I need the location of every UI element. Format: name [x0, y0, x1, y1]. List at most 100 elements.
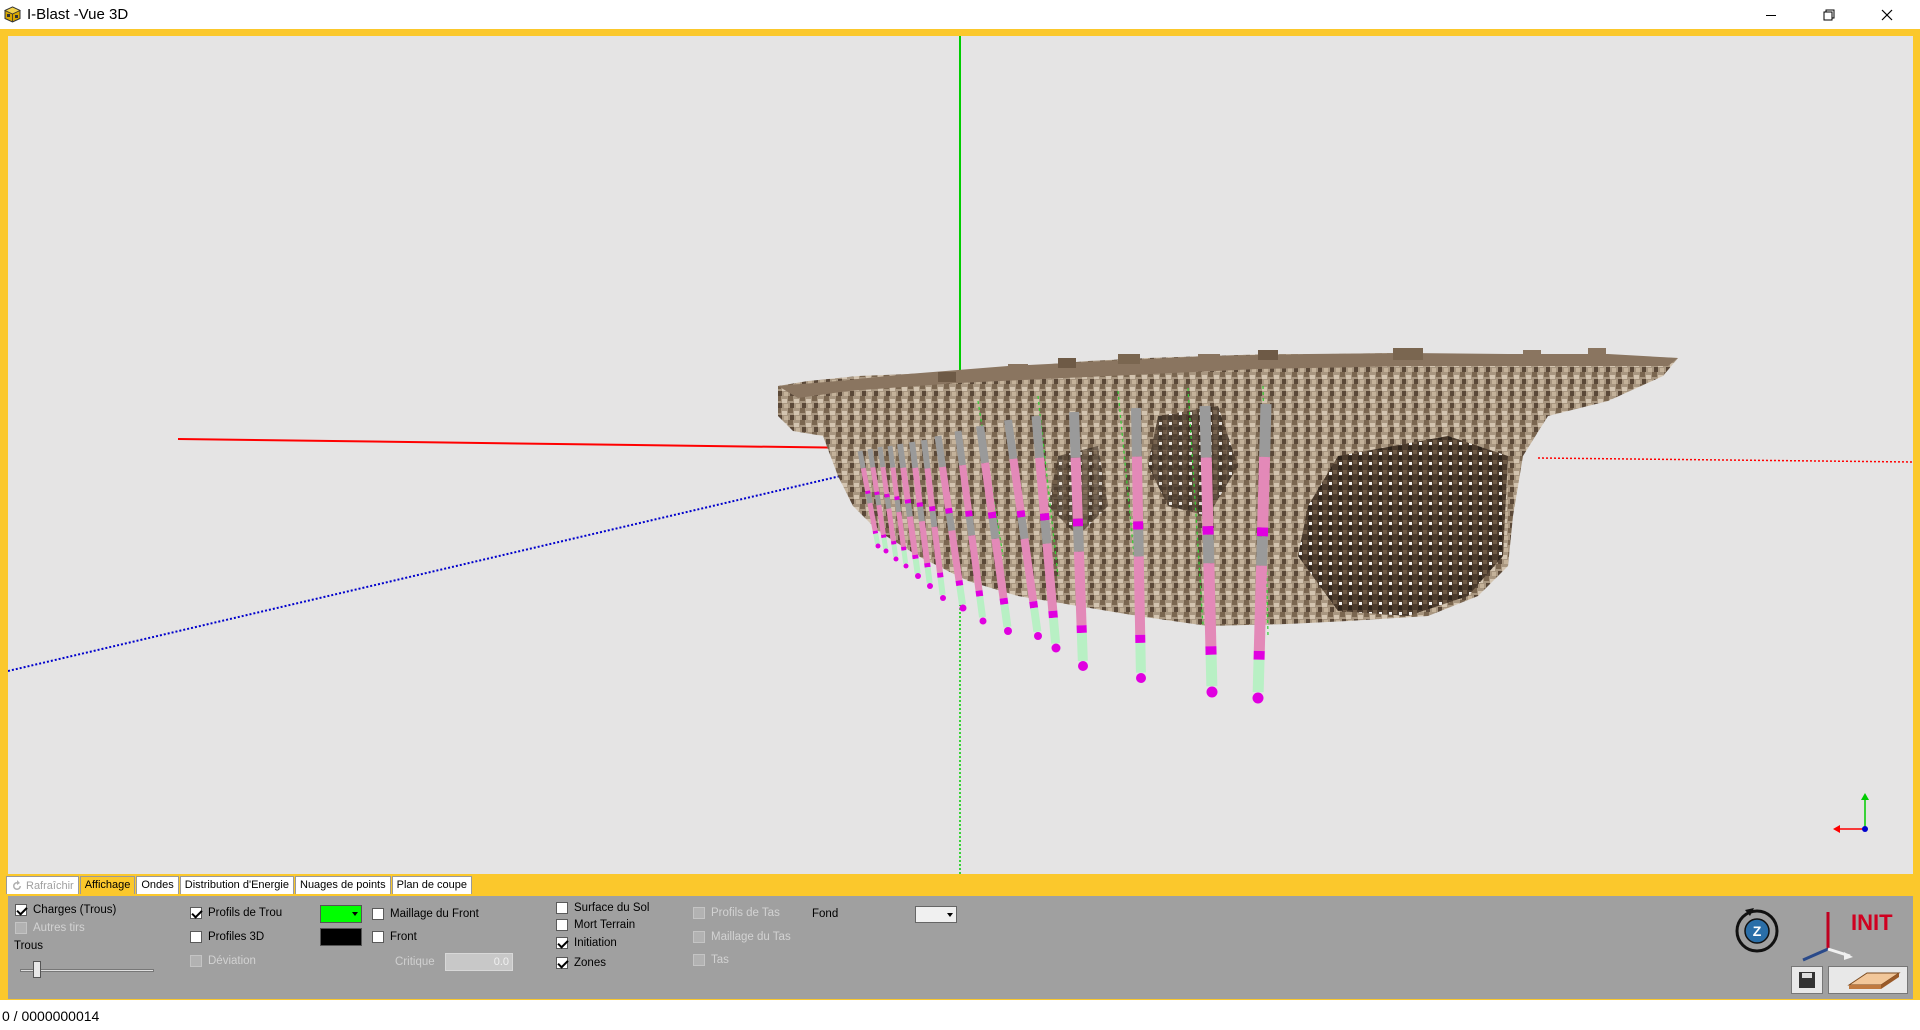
svg-text:Z: Z	[1753, 923, 1762, 939]
hole-charge	[1070, 457, 1083, 519]
surface-sol-label: Surface du Sol	[574, 902, 650, 914]
hole-primer	[1048, 610, 1058, 619]
refresh-button[interactable]: Rafraîchir	[6, 876, 79, 894]
profils-tas-checkbox[interactable]: Profils de Tas	[693, 907, 780, 919]
hole-subdrill	[1205, 654, 1218, 687]
init-view-button[interactable]: INIT	[1798, 904, 1908, 962]
profils-trou-checkbox[interactable]: Profils de Trou	[190, 907, 282, 919]
hole-primer	[945, 507, 953, 514]
tab-affichage[interactable]: Affichage	[79, 876, 136, 894]
hole-stemming	[921, 439, 931, 469]
hole-toe	[1136, 673, 1146, 683]
fond-color-select[interactable]	[915, 906, 957, 923]
maillage-tas-checkbox[interactable]: Maillage du Tas	[693, 931, 791, 943]
front-checkbox[interactable]: Front	[372, 931, 417, 943]
maillage-front-checkbox[interactable]: Maillage du Front	[372, 908, 479, 920]
hole-primer	[987, 511, 997, 519]
hole-toe	[1206, 686, 1218, 698]
surface-sol-checkbox[interactable]: Surface du Sol	[556, 902, 649, 914]
save-view-button[interactable]	[1791, 966, 1823, 994]
maillage-front-label: Maillage du Front	[390, 908, 479, 920]
hole-subdrill	[891, 544, 899, 558]
plane-icon	[1847, 972, 1901, 989]
app-icon	[4, 6, 21, 23]
orientation-gizmo	[1833, 793, 1869, 833]
mort-terrain-checkbox[interactable]: Mort Terrain	[556, 919, 635, 931]
hole-deck	[874, 494, 882, 506]
display-options-panel: Charges (Trous) Autres tirs Trous Profil…	[8, 896, 1913, 999]
hole-stemming	[954, 430, 966, 466]
initiation-label: Initiation	[574, 937, 617, 949]
hole-stemming	[897, 443, 907, 469]
hole-toe	[1051, 643, 1061, 653]
checkbox-box	[190, 955, 202, 967]
tab-nuages-de-points[interactable]: Nuages de points	[295, 876, 391, 894]
checkbox-box	[556, 919, 568, 931]
restore-button[interactable]	[1800, 0, 1858, 29]
hole-deck	[1202, 534, 1215, 564]
initiation-checkbox[interactable]: Initiation	[556, 937, 617, 949]
autres-tirs-checkbox[interactable]: Autres tirs	[15, 922, 85, 934]
tab-distribution-energie[interactable]: Distribution d'Energie	[179, 876, 294, 894]
hole-stemming	[1199, 405, 1212, 458]
hole-charge	[1035, 457, 1049, 514]
hole-deck	[965, 516, 976, 536]
tas-checkbox[interactable]: Tas	[693, 954, 729, 966]
hole-deck	[988, 517, 1000, 540]
hole-primer	[865, 490, 871, 495]
hole-primer	[999, 597, 1009, 605]
fond-label: Fond	[812, 908, 839, 920]
hole-stemming	[1031, 415, 1045, 459]
hole-stemming	[867, 448, 876, 468]
autres-tirs-label: Autres tirs	[33, 922, 85, 934]
front-color-picker[interactable]	[320, 928, 362, 946]
zones-checkbox[interactable]: Zones	[556, 957, 606, 969]
rotate-z-button[interactable]: Z	[1732, 904, 1782, 954]
hole-stemming	[976, 425, 990, 464]
init-label: INIT	[1851, 910, 1893, 935]
mort-terrain-label: Mort Terrain	[574, 919, 636, 931]
profils-tas-label: Profils de Tas	[711, 907, 780, 919]
tab-plan-de-coupe[interactable]: Plan de coupe	[391, 876, 472, 894]
close-button[interactable]	[1858, 0, 1916, 29]
hole-primer	[1029, 600, 1039, 609]
trous-slider-thumb[interactable]	[33, 961, 42, 978]
hole-primer	[872, 530, 879, 535]
hole-charge	[1042, 543, 1058, 612]
profile-color-picker[interactable]	[320, 905, 362, 923]
hole-toe	[903, 563, 909, 569]
hole-subdrill	[912, 558, 921, 574]
plane-view-button[interactable]	[1828, 966, 1908, 994]
hole-toe	[875, 543, 881, 549]
hole-primer	[955, 579, 964, 587]
profiles-3d-label: Profiles 3D	[208, 931, 265, 943]
hole-toe	[883, 548, 889, 554]
profils-trou-label: Profils de Trou	[208, 907, 283, 919]
hole-stemming	[1004, 419, 1018, 460]
profiles-3d-checkbox[interactable]: Profiles 3D	[190, 931, 264, 943]
charges-checkbox[interactable]: Charges (Trous)	[15, 904, 116, 916]
hole-primer	[975, 590, 984, 597]
hole-toe	[915, 573, 921, 579]
axes-icon	[1802, 912, 1853, 962]
hole-primer	[924, 562, 931, 568]
hole-toe	[1252, 692, 1264, 704]
refresh-label: Rafraîchir	[26, 879, 74, 892]
hole-subdrill	[873, 533, 881, 545]
hole-primer	[929, 506, 936, 512]
hole-charge	[1133, 556, 1146, 635]
3d-viewport[interactable]	[8, 36, 1913, 874]
hole-toe	[1034, 632, 1042, 640]
hole-stemming	[934, 435, 946, 468]
minimize-button[interactable]	[1742, 0, 1800, 29]
hole-subdrill	[976, 595, 986, 618]
hole-toe	[959, 604, 967, 612]
3d-scene[interactable]	[8, 36, 1913, 874]
hole-primer	[916, 502, 924, 508]
tas-label: Tas	[711, 954, 729, 966]
tab-ondes[interactable]: Ondes	[136, 876, 179, 894]
critique-field[interactable]: 0.0	[445, 953, 513, 971]
hole-subdrill	[1030, 607, 1042, 633]
x-axis-hidden	[1537, 457, 1913, 463]
deviation-checkbox[interactable]: Déviation	[190, 955, 256, 967]
